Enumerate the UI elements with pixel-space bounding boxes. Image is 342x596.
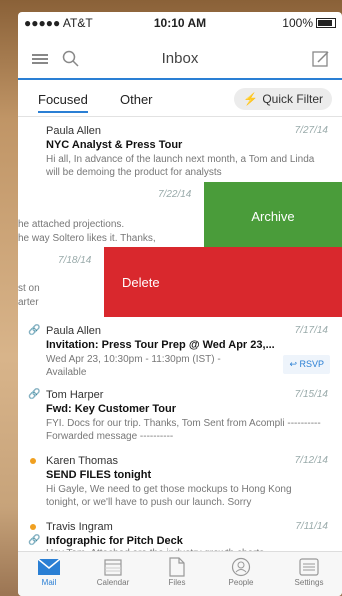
nav-files[interactable]: Files (148, 556, 206, 587)
message-sender: Paula Allen (46, 125, 102, 137)
tab-focused[interactable]: Focused (38, 92, 88, 113)
quick-filter-label: Quick Filter (262, 92, 323, 106)
message-preview: Hi all, In advance of the launch next mo… (46, 154, 315, 178)
status-bar: ●●●●● AT&T 10:10 AM 100% (18, 12, 342, 34)
page-title: Inbox (161, 50, 199, 67)
message-date: 7/18/14 (58, 255, 92, 266)
message-preview: Hi Gayle, We need to get those mockups t… (46, 484, 292, 508)
tab-other[interactable]: Other (120, 92, 153, 107)
message-preview-line: he way Soltero likes it. Thanks, (18, 233, 156, 244)
rsvp-label: RSVP (299, 359, 324, 369)
phone-screen: ●●●●● AT&T 10:10 AM 100% Inbox Focused O… (18, 12, 342, 596)
unread-dot (30, 458, 36, 464)
lightning-icon: ⚡ (243, 92, 259, 106)
calendar-icon (84, 556, 142, 578)
message-sender: Karen Thomas (46, 455, 118, 467)
message-date: 7/17/14 (294, 325, 328, 336)
nav-people-label: People (228, 578, 254, 587)
list-item[interactable]: 🔗 Tom Harper 7/15/14 Fwd: Key Customer T… (18, 381, 342, 448)
nav-mail[interactable]: Mail (20, 556, 78, 587)
attachment-icon: 🔗 (28, 535, 41, 546)
list-item[interactable]: Karen Thomas 7/12/14 SEND FILES tonight … (18, 447, 342, 514)
list-item[interactable]: 🔗 Paula Allen 7/17/14 Invitation: Press … (18, 317, 342, 382)
list-item[interactable]: 🔗 Travis Ingram 7/11/14 Infographic for … (18, 513, 342, 559)
message-preview-line: arter (18, 297, 39, 308)
nav-files-label: Files (168, 578, 186, 587)
message-preview-line: he attached projections. (18, 219, 125, 230)
message-date: 7/11/14 (295, 521, 328, 532)
mail-icon (20, 556, 78, 578)
message-date: 7/22/14 (158, 189, 192, 200)
message-date: 7/27/14 (294, 125, 328, 136)
message-preview-line: st on (18, 283, 40, 294)
message-sender: Travis Ingram (46, 521, 113, 533)
battery-indicator: 100% (282, 16, 336, 30)
compose-icon[interactable] (312, 50, 330, 68)
bottom-nav: Mail Calendar Files People Settings (18, 551, 342, 596)
inbox-tabs: Focused Other ⚡ Quick Filter (18, 82, 342, 117)
file-icon (148, 556, 206, 578)
message-subject: Fwd: Key Customer Tour (46, 403, 176, 415)
battery-icon (316, 18, 336, 28)
unread-dot (30, 524, 36, 530)
nav-mail-label: Mail (41, 578, 57, 587)
message-sender: Tom Harper (46, 389, 104, 401)
message-subject: Infographic for Pitch Deck (46, 535, 183, 547)
archive-action[interactable]: Archive (204, 182, 342, 250)
people-icon (212, 556, 270, 578)
message-subject: NYC Analyst & Press Tour (46, 139, 183, 151)
nav-calendar[interactable]: Calendar (84, 556, 142, 587)
message-preview: FYI. Docs for our trip. Thanks, Tom Sent… (46, 418, 321, 442)
inbox-header: Inbox (18, 38, 342, 80)
battery-percent: 100% (282, 16, 313, 30)
delete-action[interactable]: Delete (104, 247, 342, 317)
message-subject: Invitation: Press Tour Prep @ Wed Apr 23… (46, 339, 275, 351)
message-subject: SEND FILES tonight (46, 469, 152, 481)
message-preview: Wed Apr 23, 10:30pm - 11:30pm (IST) - Av… (46, 354, 221, 378)
nav-settings[interactable]: Settings (280, 556, 338, 587)
settings-icon (280, 556, 338, 578)
nav-people[interactable]: People (212, 556, 270, 587)
message-date: 7/12/14 (294, 455, 328, 466)
rsvp-button[interactable]: ↩ RSVP (283, 355, 330, 374)
attachment-icon: 🔗 (28, 325, 41, 336)
nav-settings-label: Settings (294, 578, 324, 587)
nav-calendar-label: Calendar (96, 578, 130, 587)
list-item[interactable]: Paula Allen 7/27/14 NYC Analyst & Press … (18, 117, 342, 184)
quick-filter-button[interactable]: ⚡ Quick Filter (234, 88, 332, 110)
message-date: 7/15/14 (294, 389, 328, 400)
message-sender: Paula Allen (46, 325, 102, 337)
attachment-icon: 🔗 (28, 389, 41, 400)
